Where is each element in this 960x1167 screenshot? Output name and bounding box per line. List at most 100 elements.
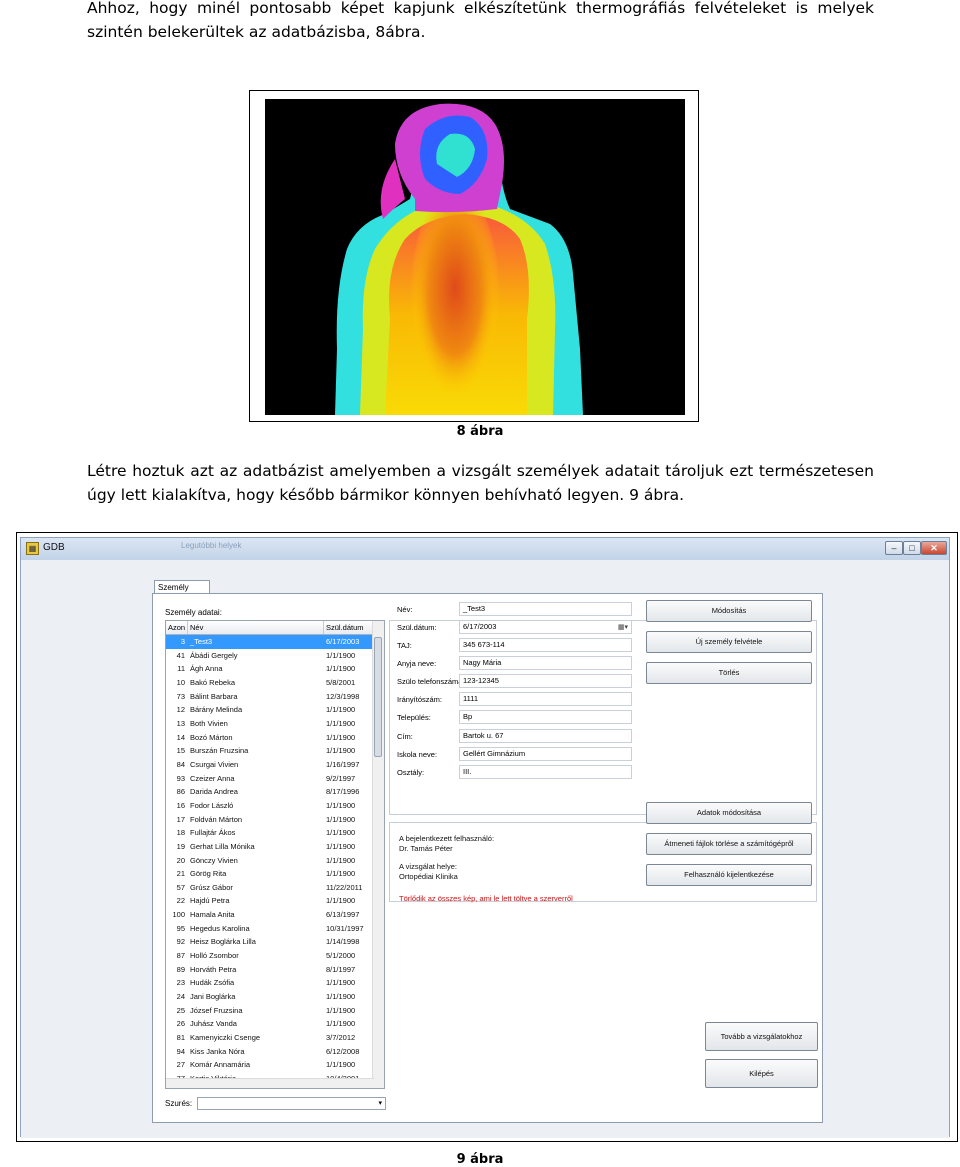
table-row[interactable]: 20 Gönczy Vivien 1/1/1900 xyxy=(166,854,374,868)
maximize-icon[interactable]: □ xyxy=(903,541,921,555)
table-row[interactable]: 14 Bozó Márton 1/1/1900 xyxy=(166,731,374,745)
modify-button[interactable]: Módosítás xyxy=(646,600,812,622)
table-row[interactable]: 22 Hajdú Petra 1/1/1900 xyxy=(166,894,374,908)
person-grid[interactable]: Azon Név Szül.dátum 3 _Test3 6/17/2003 41 Áb… xyxy=(165,620,385,1089)
table-row[interactable]: 15 Burszán Fruzsina 1/1/1900 xyxy=(166,744,374,758)
table-row[interactable]: 25 József Fruzsina 1/1/1900 xyxy=(166,1004,374,1018)
minimize-icon[interactable]: – xyxy=(885,541,903,555)
row-id-cell: 57 xyxy=(176,882,185,892)
application-screenshot-figure: ▦ GDB Legutóbbi helyek – □ ✕ Személy ada… xyxy=(16,532,958,1142)
field-input[interactable]: 123-12345 xyxy=(459,674,632,688)
row-name-cell: Fullajtár Ákos xyxy=(190,828,236,838)
logout-button[interactable]: Felhasználó kijelentkezése xyxy=(646,864,812,886)
table-row[interactable]: 23 Hudák Zsófia 1/1/1900 xyxy=(166,976,374,990)
table-row[interactable]: 87 Holló Zsombor 5/1/2000 xyxy=(166,949,374,963)
field-input[interactable]: 1111 xyxy=(459,692,632,706)
table-row[interactable]: 57 Grúsz Gábor 11/22/2011 xyxy=(166,881,374,895)
row-birthdate-cell: 11/22/2011 xyxy=(326,882,363,892)
figure-9-caption: 9 ábra xyxy=(456,1152,504,1167)
row-id-cell: 19 xyxy=(176,841,185,851)
new-person-button[interactable]: Új személy felvétele xyxy=(646,631,812,653)
table-row[interactable]: 73 Bálint Barbara 12/3/1998 xyxy=(166,690,374,704)
row-name-cell: Gönczy Vivien xyxy=(190,855,238,865)
field-input[interactable]: Gellért Gimnázium xyxy=(459,747,632,761)
row-name-cell: Gerhat Lilla Mónika xyxy=(190,841,255,851)
table-row[interactable]: 26 Juhász Vanda 1/1/1900 xyxy=(166,1017,374,1031)
table-row[interactable]: 10 Bakó Rebeka 5/8/2001 xyxy=(166,676,374,690)
row-birthdate-cell: 1/1/1900 xyxy=(326,1060,356,1070)
table-row[interactable]: 3 _Test3 6/17/2003 xyxy=(166,635,374,649)
row-birthdate-cell: 8/17/1996 xyxy=(326,787,360,797)
column-header-name[interactable]: Név xyxy=(188,621,324,634)
row-id-cell: 41 xyxy=(176,650,185,660)
logged-user-name: Dr. Tamás Péter xyxy=(399,844,453,853)
row-name-cell: Holló Zsombor xyxy=(190,951,239,961)
field-input[interactable]: Bp xyxy=(459,710,632,724)
column-header-id[interactable]: Azon xyxy=(166,621,188,634)
delete-temp-files-button[interactable]: Átmeneti fájlok törlése a számítógépről xyxy=(646,833,812,855)
table-row[interactable]: 19 Gerhat Lilla Mónika 1/1/1900 xyxy=(166,840,374,854)
table-row[interactable]: 92 Heisz Boglárka Lilla 1/14/1998 xyxy=(166,935,374,949)
row-id-cell: 23 xyxy=(176,978,185,988)
scroll-thumb[interactable] xyxy=(374,637,382,757)
table-row[interactable]: 13 Both Vivien 1/1/1900 xyxy=(166,717,374,731)
table-row[interactable]: 18 Fullajtár Ákos 1/1/1900 xyxy=(166,826,374,840)
row-id-cell: 73 xyxy=(176,691,185,701)
table-row[interactable]: 93 Czeizer Anna 9/2/1997 xyxy=(166,772,374,786)
table-row[interactable]: 27 Komár Annamária 1/1/1900 xyxy=(166,1058,374,1072)
field-input[interactable]: _Test3 xyxy=(459,602,632,616)
table-row[interactable]: 16 Fodor László 1/1/1900 xyxy=(166,799,374,813)
field-input[interactable]: III. xyxy=(459,765,632,779)
tab-person-data[interactable]: Személy adatai xyxy=(154,580,210,606)
window-title: GDB xyxy=(43,542,65,553)
app-icon: ▦ xyxy=(26,542,39,555)
row-birthdate-cell: 1/1/1900 xyxy=(326,718,356,728)
row-birthdate-cell: 1/1/1900 xyxy=(326,746,356,756)
table-row[interactable]: 12 Bárány Melinda 1/1/1900 xyxy=(166,703,374,717)
field-value: Bartok u. 67 xyxy=(463,731,504,740)
thermogram-image xyxy=(265,99,685,415)
row-id-cell: 87 xyxy=(176,951,185,961)
to-exams-button[interactable]: Tovább a vizsgálatokhoz xyxy=(705,1022,818,1051)
table-row[interactable]: 94 Kiss Janka Nóra 6/12/2008 xyxy=(166,1045,374,1059)
row-id-cell: 26 xyxy=(176,1019,185,1029)
filter-label: Szurés: xyxy=(165,1099,193,1108)
grid-vertical-scrollbar[interactable] xyxy=(372,621,384,1088)
table-row[interactable]: 21 Görög Rita 1/1/1900 xyxy=(166,867,374,881)
row-name-cell: Hegedus Karolina xyxy=(190,923,250,933)
table-row[interactable]: 24 Jani Boglárka 1/1/1900 xyxy=(166,990,374,1004)
row-name-cell: Csurgai Vivien xyxy=(190,759,239,769)
row-name-cell: Kamenyiczki Csenge xyxy=(190,1033,261,1043)
row-birthdate-cell: 1/1/1900 xyxy=(326,800,356,810)
column-header-birthdate[interactable]: Szül.dátum xyxy=(324,621,374,634)
figure-8-caption: 8 ábra xyxy=(456,424,504,439)
row-name-cell: Foldván Márton xyxy=(190,814,243,824)
field-input[interactable]: 345 673-114 xyxy=(459,638,632,652)
field-input[interactable]: Bartok u. 67 xyxy=(459,729,632,743)
row-id-cell: 18 xyxy=(176,828,185,838)
table-row[interactable]: 89 Horváth Petra 8/1/1997 xyxy=(166,963,374,977)
row-name-cell: Horváth Petra xyxy=(190,964,237,974)
field-label: TAJ: xyxy=(397,641,412,650)
table-row[interactable]: 86 Darida Andrea 8/17/1996 xyxy=(166,785,374,799)
field-input[interactable]: 6/17/2003 ▦▾ xyxy=(459,620,632,634)
grid-horizontal-scrollbar[interactable] xyxy=(166,1078,374,1088)
row-birthdate-cell: 1/1/1900 xyxy=(326,855,356,865)
exit-button[interactable]: Kilépés xyxy=(705,1059,818,1088)
table-row[interactable]: 11 Ágh Anna 1/1/1900 xyxy=(166,662,374,676)
delete-button[interactable]: Törlés xyxy=(646,662,812,684)
row-name-cell: Heisz Boglárka Lilla xyxy=(190,937,256,947)
table-row[interactable]: 81 Kamenyiczki Csenge 3/7/2012 xyxy=(166,1031,374,1045)
calendar-icon[interactable]: ▦▾ xyxy=(618,622,628,634)
table-row[interactable]: 84 Csurgai Vivien 1/16/1997 xyxy=(166,758,374,772)
table-row[interactable]: 41 Ábádi Gergely 1/1/1900 xyxy=(166,649,374,663)
table-row[interactable]: 100 Hamala Anita 6/13/1997 xyxy=(166,908,374,922)
filter-dropdown[interactable]: ▾ xyxy=(197,1097,386,1110)
table-row[interactable]: 95 Hegedus Karolina 10/31/1997 xyxy=(166,922,374,936)
table-row[interactable]: 17 Foldván Márton 1/1/1900 xyxy=(166,813,374,827)
field-input[interactable]: Nagy Mária xyxy=(459,656,632,670)
edit-data-button[interactable]: Adatok módosítása xyxy=(646,802,812,824)
database-paragraph: Létre hoztuk azt az adatbázist amelyembe… xyxy=(87,462,874,504)
close-icon[interactable]: ✕ xyxy=(921,541,947,555)
row-id-cell: 24 xyxy=(176,992,185,1002)
